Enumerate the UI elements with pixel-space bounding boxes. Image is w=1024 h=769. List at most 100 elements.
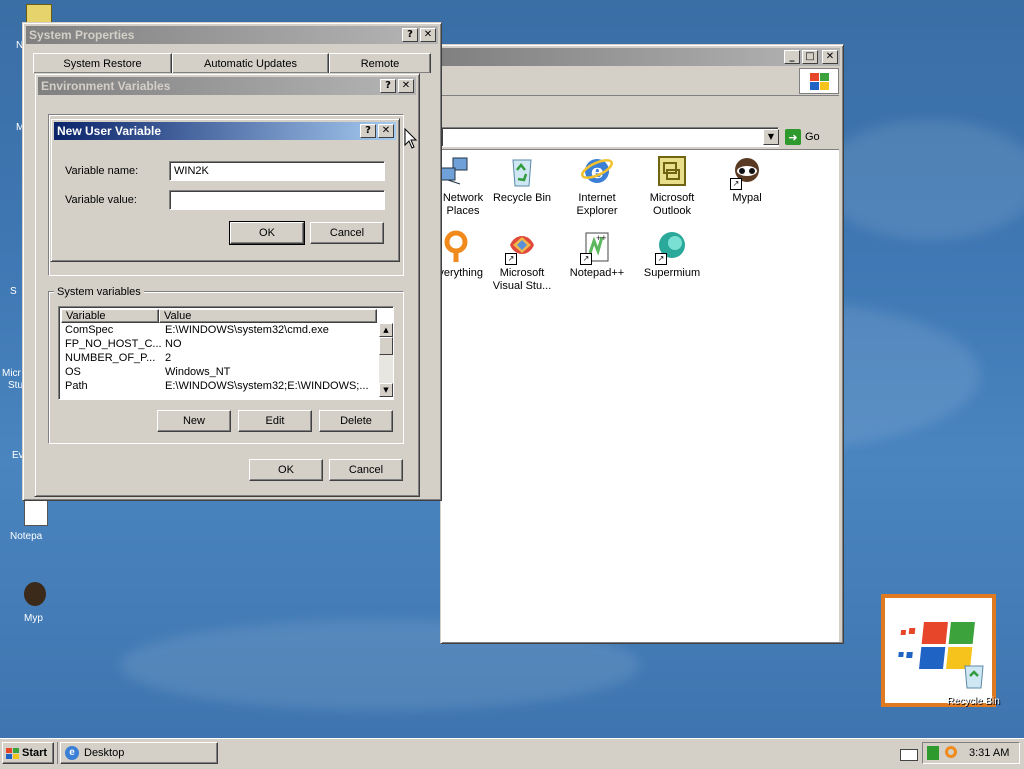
microsoft-outlook-icon[interactable]: Microsoft Outlook [635,154,709,218]
start-button[interactable]: Start [2,742,54,764]
system-new-button[interactable]: New [157,410,231,432]
column-header-value[interactable]: Value [159,309,377,323]
task-label: Desktop [84,747,125,759]
close-button[interactable]: ✕ [420,28,436,42]
desktop-icon-label: Micr [2,368,21,379]
close-button[interactable]: ✕ [398,79,414,93]
menu-bar-separator [441,95,839,96]
table-row[interactable]: ComSpec E:\WINDOWS\system32\cmd.exe [61,324,377,338]
scroll-up-button[interactable]: ▲ [379,323,393,337]
notepad-plus-plus-desktop-icon[interactable] [24,500,48,526]
scroll-thumb[interactable] [379,337,393,355]
desktop-icon-label: S [10,286,17,297]
system-properties-titlebar[interactable]: System Properties ? ✕ [26,26,438,44]
variable-value-label: Variable value: [65,194,137,206]
help-button[interactable]: ? [402,28,418,42]
dialog-title: New User Variable [57,124,162,138]
table-row[interactable]: NUMBER_OF_P... 2 [61,352,377,366]
taskbar-task-desktop[interactable]: e Desktop [60,742,218,764]
shortcut-arrow-icon: ↗ [505,253,517,265]
windows-logo-icon [6,747,19,759]
clock[interactable]: 3:31 AM [969,747,1009,759]
windows-logo-icon [799,68,839,94]
system-variables-label: System variables [54,286,144,298]
maximize-button[interactable]: □ [802,50,818,64]
icon-label: Internet [578,192,616,204]
vertical-scrollbar[interactable]: ▲ ▼ [379,323,393,397]
environment-variables-titlebar[interactable]: Environment Variables ? ✕ [38,77,416,95]
desktop-icon-label: Notepa [10,531,43,542]
help-button[interactable]: ? [360,124,376,138]
env-cancel-button[interactable]: Cancel [329,459,403,481]
ok-button[interactable]: OK [229,221,305,245]
taskbar: Start e Desktop 3:31 AM [0,738,1024,769]
variable-name-label: Variable name: [65,165,139,177]
icon-label: Mypal [732,192,762,204]
svg-text:++: ++ [596,233,607,243]
ie-icon: e [65,746,79,760]
shortcut-arrow-icon: ↗ [655,253,667,265]
recycle-bin-desktop-icon[interactable]: Recycle Bin [881,594,1000,707]
network-tray-icon[interactable] [927,746,939,760]
go-label: Go [805,131,820,143]
outlook-icon [658,156,686,186]
system-edit-button[interactable]: Edit [238,410,312,432]
mouse-cursor-icon [404,128,418,149]
tab-remote[interactable]: Remote [329,53,431,73]
address-field[interactable] [441,127,779,147]
variable-value-input[interactable] [169,190,385,210]
icon-label: Supermium [643,267,701,279]
env-ok-button[interactable]: OK [249,459,323,481]
desktop-icon-label: Stu [8,380,24,391]
ie-icon: e [581,159,613,183]
network-icon [440,157,468,185]
search-tray-icon[interactable] [945,746,957,758]
dialog-title: Environment Variables [41,79,171,93]
variable-name-input[interactable]: WIN2K [169,161,385,181]
close-button[interactable]: ✕ [378,124,394,138]
list-header: Variable Value [61,309,377,323]
system-tray: 3:31 AM [922,742,1020,764]
table-row[interactable]: FP_NO_HOST_C... NO [61,338,377,352]
system-variables-list[interactable]: Variable Value ComSpec E:\WINDOWS\system3… [58,306,394,400]
new-user-variable-titlebar[interactable]: New User Variable ? ✕ [54,122,396,140]
address-dropdown-button[interactable]: ▼ [763,129,779,145]
icon-label: Outlook [653,205,691,217]
recycle-bin-icon-graphic [512,159,532,187]
go-button[interactable]: ➜ Go [785,127,831,147]
icon-label: Visual Stu... [492,280,552,292]
tab-automatic-updates[interactable]: Automatic Updates [172,53,329,73]
windows-flag-icon [898,622,984,689]
cancel-button[interactable]: Cancel [310,222,384,244]
shortcut-arrow-icon: ↗ [730,178,742,190]
close-button[interactable]: ✕ [822,50,838,64]
explorer-titlebar[interactable]: _ □ ✕ [441,48,840,66]
mypal-icon[interactable]: ↗ Mypal [710,154,784,205]
start-label: Start [22,747,48,759]
recycle-bin-icon[interactable]: Recycle Bin [485,154,559,205]
table-row[interactable]: Path E:\WINDOWS\system32;E:\WINDOWS;... [61,380,377,394]
icon-label: Notepad++ [569,267,625,279]
tab-system-restore[interactable]: System Restore [33,53,172,73]
help-button[interactable]: ? [380,79,396,93]
desktop-icon-label: Myp [24,613,43,624]
icon-label: Recycle Bin [492,192,552,204]
shortcut-arrow-icon: ↗ [580,253,592,265]
icon-label: Microsoft [499,267,545,279]
minimize-button[interactable]: _ [784,50,800,64]
notepad-plus-plus-icon[interactable]: ++ ↗ Notepad++ [560,229,634,280]
column-header-variable[interactable]: Variable [61,309,159,323]
table-row[interactable]: OS Windows_NT [61,366,377,380]
new-user-variable-dialog[interactable]: New User Variable ? ✕ Variable name: WIN… [50,118,400,262]
microsoft-visual-studio-icon[interactable]: ↗ Microsoft Visual Stu... [485,229,559,293]
icon-label: Microsoft [649,192,695,204]
mypal-desktop-icon[interactable] [24,582,46,606]
supermium-icon[interactable]: ↗ Supermium [635,229,709,280]
system-delete-button[interactable]: Delete [319,410,393,432]
internet-explorer-icon[interactable]: e Internet Explorer [560,154,634,218]
explorer-window[interactable]: _ □ ✕ ▼ ➜ Go Network Places Recycle Bin … [431,44,844,644]
scroll-down-button[interactable]: ▼ [379,383,393,397]
window-title: System Properties [29,28,135,42]
explorer-content-pane[interactable]: Network Places Recycle Bin e Internet Ex… [431,149,839,642]
keyboard-icon[interactable] [900,749,918,761]
